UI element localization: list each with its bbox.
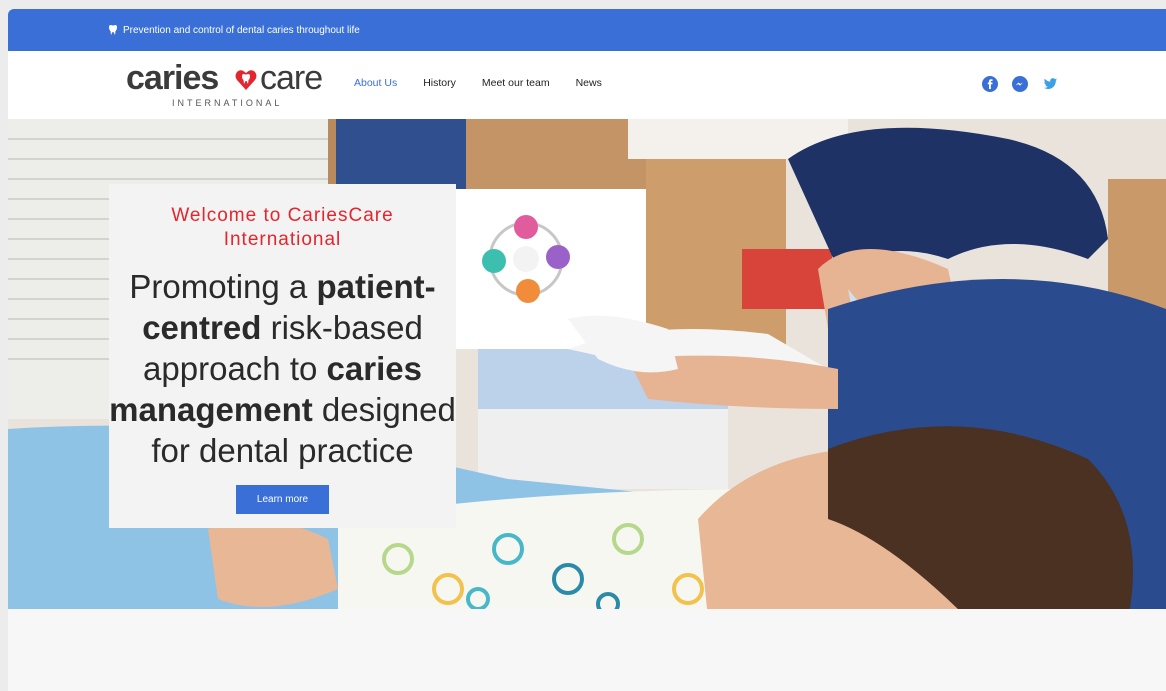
tooth-icon [109, 25, 117, 35]
site-header: caries care INTERNATIONAL About Us Histo… [8, 51, 1166, 119]
cariescare-logo[interactable]: caries care INTERNATIONAL [126, 59, 336, 109]
logo-subtitle: INTERNATIONAL [172, 98, 283, 108]
nav-news[interactable]: News [576, 77, 602, 89]
headline-part-1: Promoting a [129, 268, 317, 305]
social-links [982, 76, 1058, 92]
messenger-icon[interactable] [1012, 76, 1028, 92]
tooth-heart-logo-icon [235, 70, 257, 90]
hero-welcome-card: Welcome to CariesCare International Prom… [109, 184, 456, 528]
below-hero-section [8, 609, 1166, 691]
topbar-text: Prevention and control of dental caries … [123, 24, 360, 36]
hero-welcome-title: Welcome to CariesCare International [171, 205, 394, 250]
nav-history[interactable]: History [423, 77, 456, 89]
hero-headline: Promoting a patient-centred risk-based a… [109, 266, 456, 471]
facebook-icon[interactable] [982, 76, 998, 92]
top-announcement-bar: Prevention and control of dental caries … [8, 9, 1166, 51]
twitter-icon[interactable] [1042, 76, 1058, 92]
learn-more-button[interactable]: Learn more [236, 485, 329, 514]
browser-page: Prevention and control of dental caries … [8, 9, 1166, 691]
main-nav: About Us History Meet our team News [354, 77, 602, 89]
logo-word-caries: caries [126, 59, 219, 97]
nav-meet-our-team[interactable]: Meet our team [482, 77, 550, 89]
nav-about-us[interactable]: About Us [354, 77, 397, 89]
hero-section: Welcome to CariesCare International Prom… [8, 119, 1166, 619]
logo-word-care: care [260, 59, 323, 97]
